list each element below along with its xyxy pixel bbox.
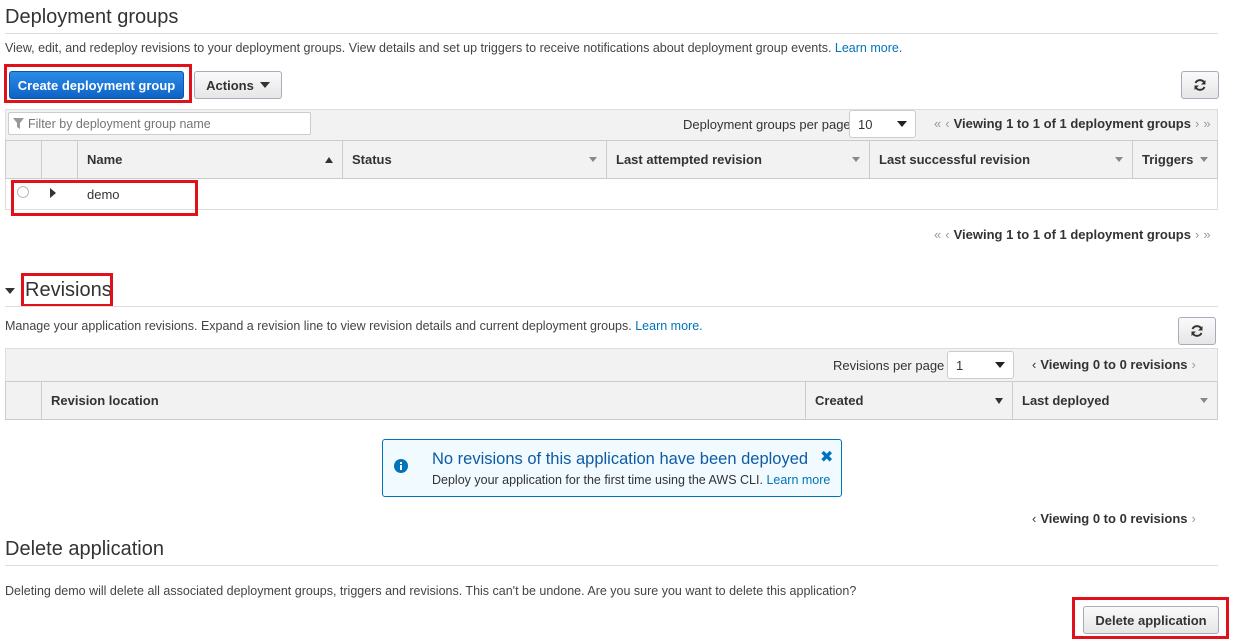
deployment-groups-description: View, edit, and redeploy revisions to yo… [5,41,902,55]
description-text: View, edit, and redeploy revisions to yo… [5,41,832,55]
table-row[interactable]: demo [5,179,1218,210]
prev-page-icon[interactable]: ‹ [945,116,949,131]
pager-top: ‹ Viewing 0 to 0 revisions › [1032,357,1196,372]
column-label: Created [815,393,864,408]
column-status[interactable]: Status [343,141,607,178]
prev-page-icon[interactable]: ‹ [1032,511,1036,526]
pager-text: Viewing 1 to 1 of 1 deployment groups [953,116,1191,131]
delete-application-title: Delete application [5,538,164,560]
deployment-groups-title: Deployment groups [5,6,179,28]
column-revision-location[interactable]: Revision location [42,382,806,419]
info-alert: No revisions of this application have be… [382,439,842,497]
column-label: Name [87,152,123,167]
per-page-value: 1 [956,357,964,373]
learn-more-link[interactable]: Learn more. [835,41,902,55]
revisions-description: Manage your application revisions. Expan… [5,319,703,333]
delete-application-button[interactable]: Delete application [1083,606,1219,634]
actions-label: Actions [206,77,254,93]
chevron-down-icon [995,362,1005,368]
revisions-title[interactable]: Revisions [25,279,112,302]
sort-icon [1115,157,1123,162]
expand-row-icon[interactable] [50,188,56,198]
revisions-table-header: Revision location Created Last deployed [5,381,1218,420]
column-label: Triggers [1142,152,1194,167]
column-label: Last deployed [1022,393,1110,408]
column-name[interactable]: Name [78,141,343,178]
prev-page-icon[interactable]: ‹ [1032,357,1036,372]
expand-column [6,382,42,419]
sort-icon [1200,157,1208,162]
first-page-icon[interactable]: « [934,227,941,242]
per-page-select[interactable]: 1 [947,351,1014,379]
refresh-icon [1191,325,1203,337]
collapse-section-icon[interactable] [5,288,15,294]
last-page-icon[interactable]: » [1203,227,1210,242]
per-page-select[interactable]: 10 [849,110,916,138]
learn-more-link[interactable]: Learn more. [635,319,702,333]
section-divider [5,306,1218,307]
next-page-icon[interactable]: › [1192,357,1196,372]
pager-bottom: ‹ Viewing 0 to 0 revisions › [1032,511,1196,526]
pager-text: Viewing 1 to 1 of 1 deployment groups [953,227,1191,242]
per-page-label: Revisions per page [833,358,945,373]
delete-application-description: Deleting demo will delete all associated… [5,584,857,598]
column-last-successful[interactable]: Last successful revision [870,141,1133,178]
filter-icon [13,118,24,129]
next-page-icon[interactable]: › [1192,511,1196,526]
column-created[interactable]: Created [806,382,1013,419]
filter-box[interactable] [8,112,311,135]
chevron-down-icon [897,121,907,127]
next-page-icon[interactable]: › [1195,116,1199,131]
section-divider [5,565,1218,566]
actions-button[interactable]: Actions [194,71,282,99]
refresh-button[interactable] [1181,71,1219,99]
sort-desc-icon [995,397,1003,404]
pager-text: Viewing 0 to 0 revisions [1040,511,1188,526]
next-page-icon[interactable]: › [1195,227,1199,242]
refresh-button[interactable] [1178,317,1216,345]
column-triggers[interactable]: Triggers [1133,141,1217,178]
info-icon [394,459,408,473]
alert-text: Deploy your application for the first ti… [432,473,830,487]
filter-input[interactable] [28,116,308,131]
column-last-deployed[interactable]: Last deployed [1013,382,1217,419]
column-last-attempted[interactable]: Last attempted revision [607,141,870,178]
column-label: Status [352,152,392,167]
section-divider [5,33,1218,34]
description-text: Manage your application revisions. Expan… [5,319,632,333]
create-deployment-group-button[interactable]: Create deployment group [9,71,184,99]
column-label: Last attempted revision [616,152,762,167]
sort-icon [1200,398,1208,403]
prev-page-icon[interactable]: ‹ [945,227,949,242]
caret-down-icon [259,82,270,88]
alert-title: No revisions of this application have be… [432,450,809,468]
refresh-icon [1194,79,1206,91]
deployment-groups-table-header: Name Status Last attempted revision Last… [5,140,1218,179]
last-page-icon[interactable]: » [1203,116,1210,131]
sort-asc-icon [325,156,333,163]
per-page-value: 10 [858,116,873,132]
expand-column [42,141,78,178]
alert-body: Deploy your application for the first ti… [432,473,763,487]
learn-more-link[interactable]: Learn more [766,473,830,487]
pager-top: « ‹ Viewing 1 to 1 of 1 deployment group… [934,116,1211,131]
pager-text: Viewing 0 to 0 revisions [1040,357,1188,372]
row-radio[interactable] [17,186,29,198]
select-column [6,141,42,178]
sort-icon [589,157,597,162]
sort-icon [852,157,860,162]
column-label: Last successful revision [879,152,1031,167]
first-page-icon[interactable]: « [934,116,941,131]
close-icon[interactable]: ✖ [820,447,833,467]
per-page-label: Deployment groups per page [683,117,851,132]
row-name: demo [87,187,120,202]
pager-bottom: « ‹ Viewing 1 to 1 of 1 deployment group… [934,227,1211,242]
column-label: Revision location [51,393,159,408]
